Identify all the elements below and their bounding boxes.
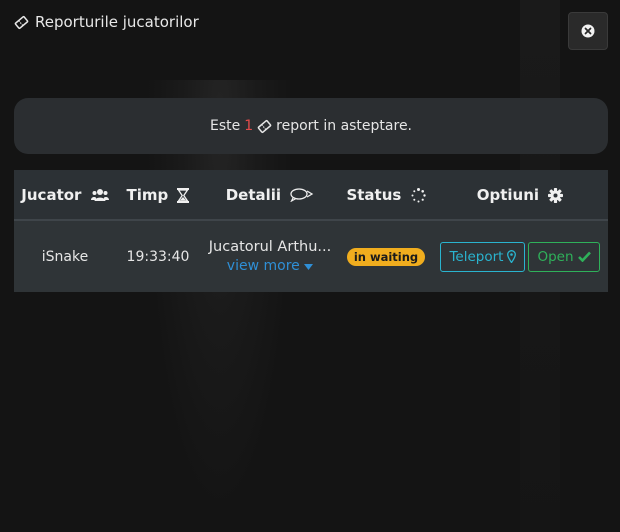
time-cell: 19:33:40 [126, 248, 190, 265]
reports-table: Jucator Timp Detalii Status Optiuni iSna… [14, 170, 608, 292]
details-text: Jucatorul Arthu... [208, 239, 332, 255]
caret-down-icon [304, 264, 314, 270]
pending-count: 1 [244, 118, 254, 134]
open-button[interactable]: Open [528, 241, 600, 272]
spinner-icon [411, 187, 426, 202]
page-title-text: Reporturile jucatorilor [35, 13, 199, 31]
column-header-status: Status [340, 170, 432, 220]
column-header-details: Detalii [200, 170, 340, 220]
player-cell: iSnake [41, 248, 89, 265]
view-more-label: view more [226, 258, 300, 274]
banner-prefix: Este [209, 118, 241, 134]
status-badge: in waiting [346, 247, 426, 266]
pending-reports-banner: Este 1 report in asteptare. [14, 98, 608, 154]
column-header-time: Timp [116, 170, 200, 220]
details-cell: Jucatorul Arthu... view more [200, 220, 340, 292]
open-label: Open [537, 248, 574, 265]
check-icon [577, 251, 591, 262]
close-icon [581, 24, 595, 38]
hourglass-icon [177, 187, 190, 203]
map-marker-icon [507, 250, 517, 263]
comment-icon [290, 188, 314, 202]
users-icon [90, 189, 109, 201]
column-header-options: Optiuni [432, 170, 608, 220]
close-button[interactable] [568, 12, 608, 50]
status-cell: in waiting [340, 220, 432, 292]
column-header-player: Jucator [14, 170, 116, 220]
ticket-icon [257, 119, 272, 133]
page-title: Reporturile jucatorilor [14, 13, 199, 31]
gear-icon [548, 187, 564, 203]
options-cell: Teleport Open [432, 220, 608, 292]
ticket-icon [14, 15, 29, 29]
teleport-button[interactable]: Teleport [440, 241, 526, 272]
table-row: iSnake 19:33:40 Jucatorul Arthu... view … [14, 220, 608, 292]
table-header-row: Jucator Timp Detalii Status Optiuni [14, 170, 608, 220]
view-more-link[interactable]: view more [200, 258, 340, 274]
teleport-label: Teleport [449, 248, 504, 265]
banner-suffix: report in asteptare. [276, 118, 413, 134]
